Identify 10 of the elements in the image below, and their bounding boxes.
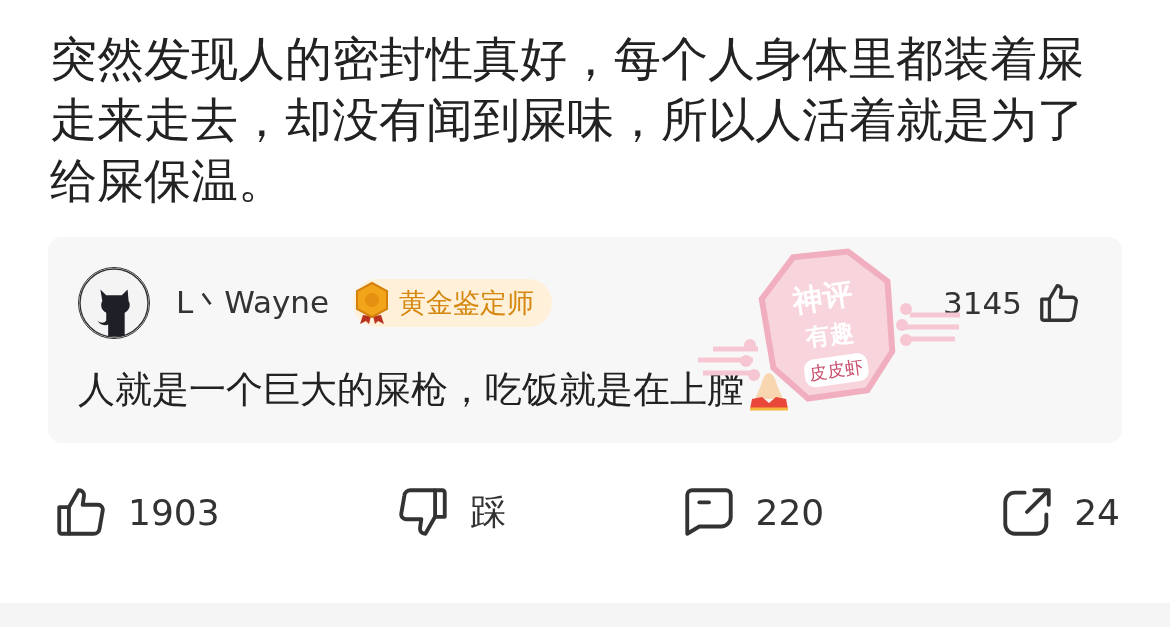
level-badge: 黄金鉴定师	[353, 279, 552, 327]
action-count: 220	[755, 491, 825, 533]
action-count: 24	[1074, 491, 1120, 533]
action-count: 1903	[128, 491, 220, 533]
action-count: 踩	[469, 489, 506, 534]
author-name[interactable]: L丶Wayne	[176, 282, 329, 324]
post-text: 突然发现人的密封性真好，每个人身体里都装着屎走来走去，却没有闻到屎味，所以人活着就是为了给屎保温。	[49, 30, 1085, 210]
comment-text: 人就是一个巨大的屎枪，吃饭就是在上膛	[78, 367, 744, 413]
medal-icon	[353, 281, 391, 325]
like-count: 3145	[943, 285, 1022, 321]
